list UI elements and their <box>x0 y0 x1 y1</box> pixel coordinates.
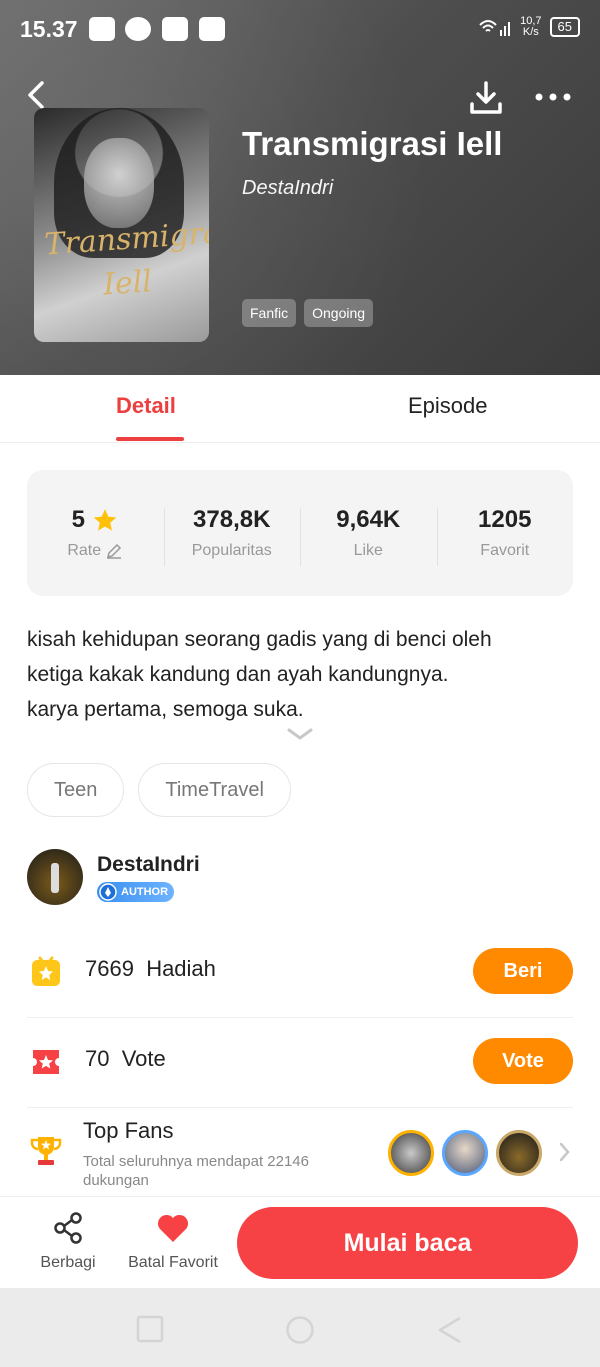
notification-icon <box>199 17 225 41</box>
unfavorite-button[interactable]: Batal Favorit <box>125 1211 221 1272</box>
top-fans-row[interactable]: Top Fans Total seluruhnya mendapat 22146… <box>27 1108 573 1196</box>
vote-button[interactable]: Vote <box>473 1038 573 1084</box>
back-nav-icon[interactable] <box>436 1315 464 1345</box>
stat-like: 9,64K Like <box>300 506 437 566</box>
more-button[interactable] <box>534 90 572 109</box>
youtube-icon <box>89 17 115 41</box>
unfavorite-label: Batal Favorit <box>128 1254 218 1271</box>
heart-icon <box>157 1214 189 1242</box>
stat-rate[interactable]: 5 Rate <box>27 506 164 560</box>
book-title: Transmigrasi Iell <box>242 125 503 162</box>
book-author[interactable]: DestaIndri <box>242 177 333 200</box>
messenger-icon <box>125 17 151 41</box>
home-icon[interactable] <box>285 1315 315 1345</box>
battery-indicator: 65 <box>549 17 580 37</box>
stat-rate-value: 5 <box>71 506 85 533</box>
more-icon <box>535 93 571 101</box>
stat-favorit: 1205 Favorit <box>436 506 574 566</box>
chevron-right-icon <box>559 1142 570 1162</box>
ticket-icon <box>30 1046 62 1083</box>
gift-icon <box>30 956 62 993</box>
status-time: 15.37 <box>20 16 78 42</box>
stat-favorit-label: Favorit <box>480 542 530 559</box>
tag-ongoing[interactable]: Ongoing <box>304 299 374 327</box>
trophy-icon <box>29 1134 63 1173</box>
tab-episode[interactable]: Episode <box>408 393 488 419</box>
author-badge-icon <box>99 883 117 901</box>
signal-icon <box>479 20 511 36</box>
author-avatar[interactable] <box>27 849 83 905</box>
chevron-down-icon <box>287 728 313 740</box>
stat-popularitas-value: 378,8K <box>193 506 271 533</box>
description-line: kisah kehidupan seorang gadis yang di be… <box>27 628 492 651</box>
share-label: Berbagi <box>40 1254 96 1271</box>
book-tags: Fanfic Ongoing <box>242 299 374 327</box>
genre-chips: Teen TimeTravel <box>27 763 291 817</box>
tab-indicator <box>116 437 184 441</box>
start-reading-button[interactable]: Mulai baca <box>237 1207 578 1279</box>
hadiah-text: 7669 Hadiah <box>85 956 216 981</box>
stats-panel: 5 Rate 378,8K Popularitas 9,64K Like 120… <box>27 470 573 596</box>
system-nav-bar <box>0 1288 600 1367</box>
share-icon <box>54 1212 82 1244</box>
top-fans-subtitle: Total seluruhnya mendapat 22146 dukungan <box>83 1153 309 1189</box>
chevron-left-icon <box>28 81 44 109</box>
bottom-action-bar: Berbagi Batal Favorit Mulai baca <box>0 1196 600 1289</box>
author-badge-label: AUTHOR <box>121 886 169 898</box>
stat-favorit-value: 1205 <box>478 506 532 533</box>
author-badge: AUTHOR <box>97 882 175 902</box>
description-line: karya pertama, semoga suka. <box>27 698 304 721</box>
share-button[interactable]: Berbagi <box>36 1211 100 1272</box>
cover-title-art: Transmigrasi Iell <box>43 213 209 303</box>
genre-chip-teen[interactable]: Teen <box>27 763 125 817</box>
recents-icon[interactable] <box>136 1315 164 1343</box>
tag-fanfic[interactable]: Fanfic <box>242 299 297 327</box>
status-bar: 15.37 10,7 K/s 65 <box>0 0 600 60</box>
genre-chip-timetravel[interactable]: TimeTravel <box>138 763 291 817</box>
expand-description-button[interactable] <box>286 726 314 747</box>
top-fans-title: Top Fans <box>83 1118 174 1143</box>
description-line: ketiga kakak kandung dan ayah kandungnya… <box>27 663 449 686</box>
pencil-icon <box>107 543 122 559</box>
give-gift-button[interactable]: Beri <box>473 948 573 994</box>
stat-popularitas-label: Popularitas <box>191 542 272 559</box>
download-icon <box>470 81 502 114</box>
vote-text: 70 Vote <box>85 1046 166 1071</box>
net-speed: 10,7 K/s <box>520 15 542 38</box>
stat-rate-label: Rate <box>67 542 102 559</box>
stat-like-label: Like <box>353 542 383 559</box>
author-name[interactable]: DestaIndri <box>97 853 200 877</box>
stat-popularitas: 378,8K Popularitas <box>163 506 301 566</box>
fan-avatar <box>388 1130 434 1176</box>
book-description: kisah kehidupan seorang gadis yang di be… <box>27 622 577 727</box>
tab-detail[interactable]: Detail <box>116 393 176 419</box>
fan-avatar <box>496 1130 542 1176</box>
book-cover: Transmigrasi Iell <box>34 108 209 342</box>
notification-icon <box>162 17 188 41</box>
hadiah-row: 7669 Hadiah Beri <box>27 927 573 1018</box>
cover-face-art <box>84 138 154 228</box>
download-button[interactable] <box>468 80 504 121</box>
fan-avatar <box>442 1130 488 1176</box>
tab-bar: Detail Episode <box>0 375 600 443</box>
star-icon <box>93 508 117 531</box>
stat-like-value: 9,64K <box>336 506 401 533</box>
vote-row: 70 Vote Vote <box>27 1017 573 1108</box>
